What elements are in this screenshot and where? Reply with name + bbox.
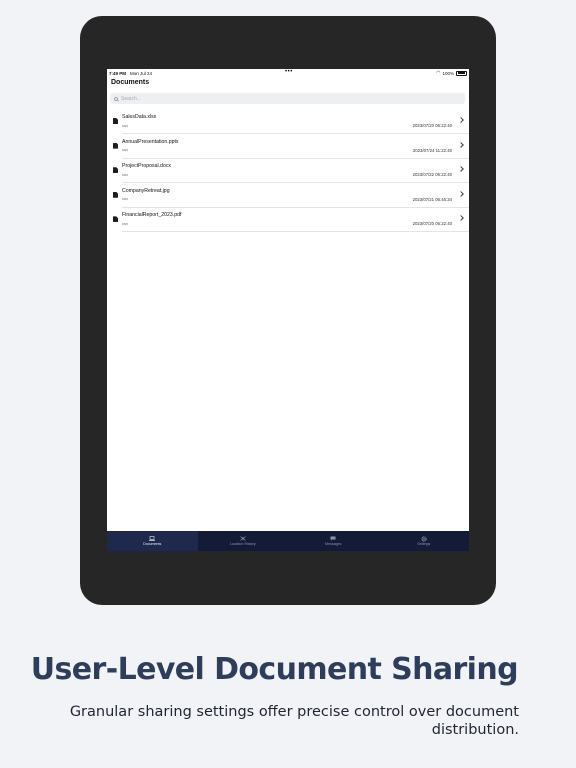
divider: [122, 231, 469, 232]
document-icon: [113, 118, 118, 124]
list-item[interactable]: SalesData.xlsx csv 2023/07/20 06:22:40: [107, 109, 469, 134]
tab-label: Settings: [417, 542, 431, 546]
chevron-right-icon: [458, 166, 464, 173]
chevron-right-icon: [458, 117, 464, 123]
document-type: csv: [122, 147, 128, 153]
document-name: CompanyRetreat.jpg: [122, 187, 170, 194]
chat-bubble-icon: [330, 536, 336, 541]
chevron-right-icon: [458, 190, 464, 197]
document-icon: [113, 167, 118, 174]
laptop-icon: [149, 536, 156, 541]
search-icon: [114, 96, 118, 101]
document-name: AnnualPresentation.pptx: [122, 138, 179, 145]
document-type: csv: [122, 122, 128, 128]
document-icon: [113, 191, 118, 198]
chevron-right-icon: [458, 215, 464, 222]
search-placeholder: Search...: [121, 95, 142, 102]
document-date: 2023/07/20 06:22:40: [412, 123, 452, 128]
status-battery-text: 100%: [442, 70, 454, 76]
marketing-headline: User-Level Document Sharing: [30, 652, 519, 687]
status-time: 7:49 PM: [109, 70, 127, 76]
status-date: Mon Jul 24: [130, 70, 153, 76]
document-icon: [113, 216, 118, 223]
tab-label: Location History: [229, 542, 256, 546]
tab-bar: Documents Location History Messages Sett…: [107, 531, 469, 551]
map-pin-icon: [240, 536, 246, 541]
page-title: Documents: [111, 79, 150, 86]
chevron-right-icon: [458, 141, 464, 148]
wifi-icon: ◠: [436, 70, 441, 76]
document-type: csv: [122, 220, 128, 226]
document-date: 2023/07/20 06:22:40: [412, 221, 452, 227]
gear-icon: [421, 535, 427, 542]
tab-label: Messages: [325, 542, 342, 546]
tab-location-history[interactable]: Location History: [198, 531, 289, 551]
app-screen: 7:49 PM Mon Jul 24 ••• ◠ 100% Documents …: [107, 69, 469, 551]
battery-icon: [456, 70, 467, 76]
document-type: csv: [122, 196, 128, 202]
tab-settings[interactable]: Settings: [379, 531, 470, 551]
list-item[interactable]: CompanyRetreat.jpg csv 2023/07/21 06:45:…: [107, 183, 469, 208]
status-bar: 7:49 PM Mon Jul 24 ••• ◠ 100%: [107, 69, 469, 77]
list-item[interactable]: FinancialReport_2023.pdf csv 2023/07/20 …: [107, 207, 469, 232]
document-name: FinancialReport_2023.pdf: [122, 212, 182, 219]
tab-label: Documents: [143, 542, 162, 546]
document-date: 2023/07/21 06:45:34: [412, 196, 452, 202]
list-item[interactable]: ProjectProposal.docx csv 2023/07/22 06:2…: [107, 158, 469, 183]
document-date: 2023/07/24 11:22:40: [412, 147, 452, 153]
search-input[interactable]: Search...: [110, 93, 465, 104]
multitasking-dots-icon[interactable]: •••: [285, 69, 293, 75]
document-name: SalesData.xlsx: [122, 114, 157, 120]
document-icon: [113, 142, 118, 149]
tab-documents[interactable]: Documents: [107, 531, 198, 551]
marketing-subline: Granular sharing settings offer precise …: [69, 704, 519, 738]
document-list: SalesData.xlsx csv 2023/07/20 06:22:40 A…: [107, 109, 469, 232]
list-item[interactable]: AnnualPresentation.pptx csv 2023/07/24 1…: [107, 134, 469, 159]
document-name: ProjectProposal.docx: [122, 163, 172, 170]
tab-messages[interactable]: Messages: [288, 531, 379, 551]
document-date: 2023/07/22 06:22:40: [412, 172, 452, 178]
document-type: csv: [122, 171, 128, 177]
